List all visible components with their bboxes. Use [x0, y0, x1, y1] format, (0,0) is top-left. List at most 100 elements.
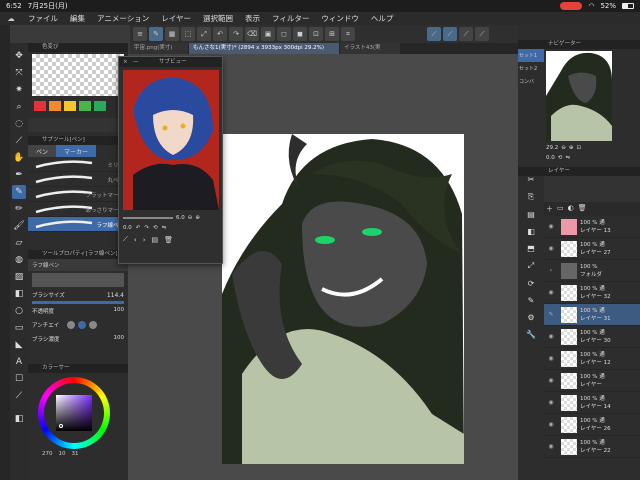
layer-visibility-icon[interactable]: ◉: [544, 223, 558, 230]
deselect-icon[interactable]: ◻: [277, 27, 291, 41]
pen-mode-icon[interactable]: ✎: [149, 27, 163, 41]
tab-doc-active[interactable]: もんさな1(実寸)* (2894 x 3933px 300dpi 29.2%): [189, 43, 339, 54]
close-icon[interactable]: ×: [123, 57, 128, 67]
layer-row-active[interactable]: ✎ 100 % 通レイヤー 31: [544, 304, 640, 326]
frame-icon[interactable]: ▭: [12, 321, 26, 335]
menu-view[interactable]: 表示: [239, 13, 266, 24]
swatch-red[interactable]: [34, 101, 46, 111]
subview-reference-image[interactable]: [123, 70, 219, 210]
stabilizer-icon-2[interactable]: ⟋: [443, 27, 457, 41]
color-picker-cursor[interactable]: [59, 424, 63, 428]
stabilizer-icon-1[interactable]: ⟋: [427, 27, 441, 41]
rotate-left-icon[interactable]: ↶: [136, 225, 141, 231]
menu-window[interactable]: ウィンドウ: [315, 13, 365, 24]
undo-icon[interactable]: ↶: [213, 27, 227, 41]
layer-row[interactable]: ◉ 100 % 通レイヤー 26: [544, 414, 640, 436]
zoom-out-icon[interactable]: ⊖: [188, 215, 193, 221]
prev-image-icon[interactable]: ‹: [134, 236, 137, 244]
layer-visibility-icon[interactable]: ◉: [544, 289, 558, 296]
stabilizer-icon-3[interactable]: ⟋: [459, 27, 473, 41]
tab-doc-1[interactable]: 宇宙.png(実寸): [130, 43, 188, 54]
magic-wand-icon[interactable]: ✷: [12, 83, 26, 97]
set-tab-1[interactable]: セット1: [518, 49, 544, 62]
hand-icon[interactable]: ✋: [12, 151, 26, 165]
fill-tool-icon[interactable]: ▨: [12, 270, 26, 284]
tab-doc-3[interactable]: イラスト43(実: [340, 43, 400, 54]
nav-zoom-out-icon[interactable]: ⊖: [561, 145, 566, 151]
shape-icon[interactable]: ○: [12, 304, 26, 318]
layer-row-folder[interactable]: › 100 % フォルダ: [544, 260, 640, 282]
ruler-icon[interactable]: ⊞: [325, 27, 339, 41]
reset-rotation-icon[interactable]: ⟲: [153, 225, 158, 231]
zoom-in-icon[interactable]: ⊕: [195, 215, 200, 221]
select-icon[interactable]: ⬚: [181, 27, 195, 41]
delete-layer-icon[interactable]: 🗑: [578, 204, 587, 214]
brush-item[interactable]: ミリペ: [28, 157, 128, 172]
navigator-preview[interactable]: [546, 51, 612, 141]
layer-visibility-icon[interactable]: ◉: [544, 443, 558, 450]
subview-zoom-slider[interactable]: [123, 217, 173, 219]
crop-icon[interactable]: ⊡: [309, 27, 323, 41]
brush-item-active[interactable]: ラフ線ペン: [28, 217, 128, 232]
scale-icon[interactable]: ⤢: [528, 261, 534, 271]
brush-size-value[interactable]: 114.4: [107, 292, 124, 299]
nav-rotate-icon[interactable]: ⟲: [558, 155, 563, 161]
menu-layer[interactable]: レイヤー: [155, 13, 197, 24]
set-tab-2[interactable]: セット2: [518, 62, 544, 75]
eyedropper-icon[interactable]: ⟋: [12, 134, 26, 148]
nav-fit-icon[interactable]: ⊡: [576, 145, 581, 151]
wrench-icon[interactable]: 🔧: [526, 330, 536, 339]
copy-icon[interactable]: ⎘: [528, 192, 534, 202]
flip-v-icon[interactable]: ⬒: [527, 244, 535, 253]
swatch-orange[interactable]: [49, 101, 61, 111]
pen-tool-icon[interactable]: ✎: [12, 185, 26, 199]
settings-icon[interactable]: ⚙: [527, 313, 534, 322]
nav-flip-icon[interactable]: ⇋: [565, 155, 570, 161]
layer-row[interactable]: ◉ 100 % 通レイヤー 12: [544, 348, 640, 370]
swatch-yellow[interactable]: [64, 101, 76, 111]
ink-icon[interactable]: ✒: [12, 168, 26, 182]
menu-selection[interactable]: 選択範囲: [197, 13, 239, 24]
subtool-tab-pen[interactable]: ペン: [28, 145, 57, 157]
flip-h-icon[interactable]: ◧: [527, 227, 535, 236]
color-swap-icon[interactable]: ◧: [12, 412, 26, 426]
minimize-icon[interactable]: —: [133, 57, 139, 67]
brush-settings-icon[interactable]: ✎: [528, 296, 535, 305]
blend-icon[interactable]: ◍: [12, 253, 26, 267]
zoom-icon[interactable]: ⌕: [12, 100, 26, 114]
redo-icon[interactable]: ↷: [229, 27, 243, 41]
next-image-icon[interactable]: ›: [143, 236, 146, 244]
clear-icon[interactable]: ⌫: [245, 27, 259, 41]
menu-edit[interactable]: 編集: [64, 13, 91, 24]
layer-visibility-icon[interactable]: ◉: [544, 333, 558, 340]
eraser-icon[interactable]: ▱: [12, 236, 26, 250]
menu-animation[interactable]: アニメーション: [91, 13, 155, 24]
layer-row[interactable]: ◉ 100 % 通レイヤー 13: [544, 216, 640, 238]
layer-edit-icon[interactable]: ✎: [544, 311, 558, 318]
layer-row[interactable]: ◉ 100 % 通レイヤー: [544, 370, 640, 392]
menu-filter[interactable]: フィルター: [266, 13, 315, 24]
brush-item[interactable]: 丸ペン: [28, 172, 128, 187]
text-icon[interactable]: A: [12, 355, 26, 369]
layer-row[interactable]: ◉ 100 % 通レイヤー 27: [544, 238, 640, 260]
brush-item[interactable]: あっさりマーカ: [28, 202, 128, 217]
drawing-canvas[interactable]: [222, 134, 464, 464]
opacity-value[interactable]: 100: [114, 307, 125, 315]
layer-visibility-icon[interactable]: ◉: [544, 421, 558, 428]
menu-file[interactable]: ファイル: [22, 13, 64, 24]
nav-zoom-in-icon[interactable]: ⊕: [569, 145, 574, 151]
layer-visibility-icon[interactable]: ◉: [544, 245, 558, 252]
layer-visibility-icon[interactable]: ◉: [544, 377, 558, 384]
layer-visibility-icon[interactable]: ◉: [544, 355, 558, 362]
scissors-icon[interactable]: ✂: [528, 175, 535, 184]
fill-icon[interactable]: ▣: [261, 27, 275, 41]
grid-icon[interactable]: ▦: [165, 27, 179, 41]
menu-help[interactable]: ヘルプ: [365, 13, 400, 24]
brush-item[interactable]: フラットマーカ: [28, 187, 128, 202]
balloon-icon[interactable]: ☐: [12, 372, 26, 386]
move-icon[interactable]: ✥: [12, 49, 26, 63]
lasso-icon[interactable]: ◌: [12, 117, 26, 131]
import-image-icon[interactable]: ▤: [152, 236, 159, 244]
stabilizer-icon-4[interactable]: ⟋: [475, 27, 489, 41]
swatch-dark-green[interactable]: [94, 101, 106, 111]
